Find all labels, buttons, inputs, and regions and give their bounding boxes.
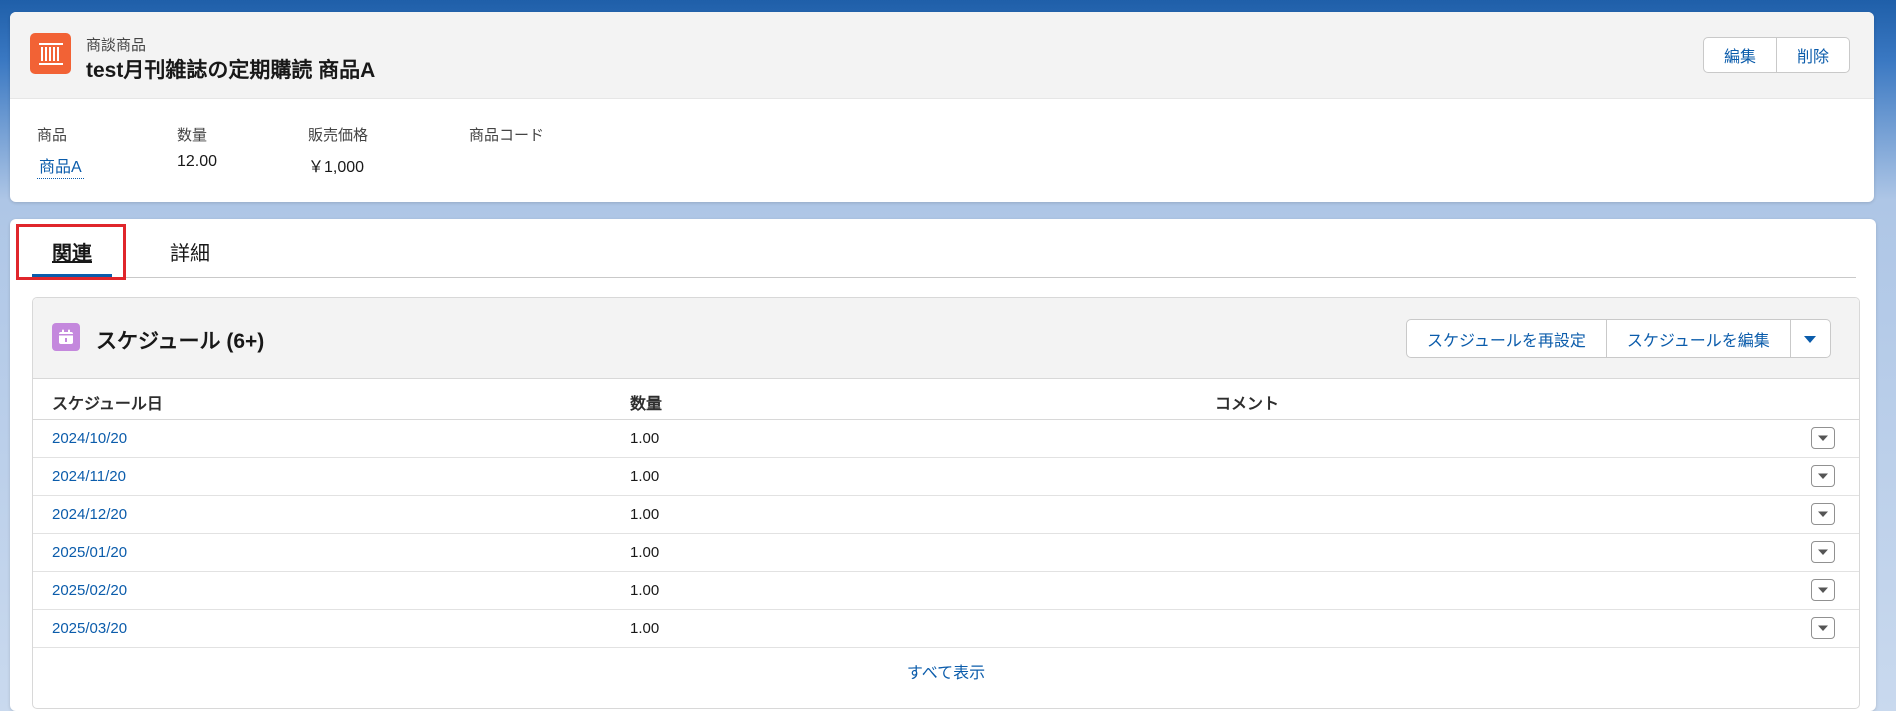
calendar-icon (52, 323, 80, 351)
row-action-menu[interactable] (1811, 503, 1835, 525)
schedule-quantity: 1.00 (630, 430, 660, 447)
table-row: 2025/01/20 1.00 (33, 534, 1859, 572)
schedule-date-link[interactable]: 2025/02/20 (52, 582, 127, 599)
field-label: 数量 (177, 127, 208, 144)
related-list-header: スケジュール (6+) スケジュールを再設定 スケジュールを編集 (33, 298, 1859, 379)
tab-label: 詳細 (170, 243, 210, 265)
record-actions: 編集 削除 (1703, 37, 1851, 73)
record-header: 商談商品 test月刊雑誌の定期購読 商品A 編集 削除 商品 商品A 数量 1… (10, 12, 1874, 202)
field-product-code: 商品コード (469, 124, 544, 153)
table-row: 2024/12/20 1.00 (33, 496, 1859, 534)
row-action-menu[interactable] (1811, 427, 1835, 449)
chevron-down-icon (1818, 587, 1828, 593)
tab-bar: 関連 詳細 (16, 219, 1856, 280)
edit-schedule-button[interactable]: スケジュールを編集 (1606, 319, 1791, 358)
edit-button[interactable]: 編集 (1703, 37, 1778, 73)
schedule-date-link[interactable]: 2025/03/20 (52, 620, 127, 637)
field-quantity: 数量 12.00 (177, 124, 217, 171)
record-title: test月刊雑誌の定期購読 商品A (86, 59, 376, 82)
schedule-date-link[interactable]: 2024/12/20 (52, 506, 127, 523)
related-list-actions: スケジュールを再設定 スケジュールを編集 (1406, 319, 1831, 358)
field-value: 12.00 (177, 153, 218, 170)
tab-label: 関連 (52, 243, 92, 265)
field-sales-price: 販売価格 ￥1,000 (308, 124, 368, 177)
schedule-quantity: 1.00 (630, 468, 660, 485)
field-label: 商品 (37, 127, 68, 144)
reset-schedule-button[interactable]: スケジュールを再設定 (1406, 319, 1607, 358)
schedule-quantity: 1.00 (630, 544, 660, 561)
schedule-quantity: 1.00 (630, 620, 660, 637)
chevron-down-icon (1818, 473, 1828, 479)
field-label: 商品コード (469, 127, 545, 144)
row-action-menu[interactable] (1811, 579, 1835, 601)
object-type-label: 商談商品 (86, 37, 147, 54)
table-row: 2025/03/20 1.00 (33, 610, 1859, 648)
related-list-title[interactable]: スケジュール (6+) (96, 325, 264, 355)
column-header-quantity[interactable]: 数量 (630, 390, 662, 414)
record-header-top: 商談商品 test月刊雑誌の定期購読 商品A 編集 削除 (10, 12, 1874, 99)
schedule-quantity: 1.00 (630, 506, 660, 523)
table-row: 2025/02/20 1.00 (33, 572, 1859, 610)
schedule-quantity: 1.00 (630, 582, 660, 599)
schedule-related-list: スケジュール (6+) スケジュールを再設定 スケジュールを編集 スケジュール日… (32, 297, 1860, 709)
more-actions-button[interactable] (1790, 319, 1831, 358)
main-content: 関連 詳細 スケジュール (6+) スケジュールを再設定 スケジュールを編集 ス… (10, 219, 1876, 711)
chevron-down-icon (1818, 435, 1828, 441)
row-action-menu[interactable] (1811, 465, 1835, 487)
field-product: 商品 商品A (37, 124, 84, 179)
schedule-date-link[interactable]: 2024/11/20 (52, 468, 126, 485)
chevron-down-icon (1804, 335, 1817, 343)
chevron-down-icon (1818, 549, 1828, 555)
row-action-menu[interactable] (1811, 617, 1835, 639)
table-header: スケジュール日 数量 コメント (33, 379, 1859, 420)
delete-button[interactable]: 削除 (1777, 37, 1851, 73)
chevron-down-icon (1818, 625, 1828, 631)
column-header-comment[interactable]: コメント (1215, 390, 1279, 414)
column-header-date[interactable]: スケジュール日 (52, 390, 163, 414)
tab-details[interactable]: 詳細 (150, 237, 230, 277)
table-row: 2024/10/20 1.00 (33, 420, 1859, 458)
tab-related[interactable]: 関連 (32, 237, 112, 277)
product-link[interactable]: 商品A (37, 159, 84, 179)
chevron-down-icon (1818, 511, 1828, 517)
schedule-date-link[interactable]: 2024/10/20 (52, 430, 127, 447)
product-barcode-icon (30, 33, 71, 74)
field-value: ￥1,000 (308, 159, 365, 176)
view-all-link[interactable]: すべて表示 (33, 659, 1859, 683)
table-row: 2024/11/20 1.00 (33, 458, 1859, 496)
row-action-menu[interactable] (1811, 541, 1835, 563)
field-label: 販売価格 (308, 127, 369, 144)
schedule-date-link[interactable]: 2025/01/20 (52, 544, 127, 561)
